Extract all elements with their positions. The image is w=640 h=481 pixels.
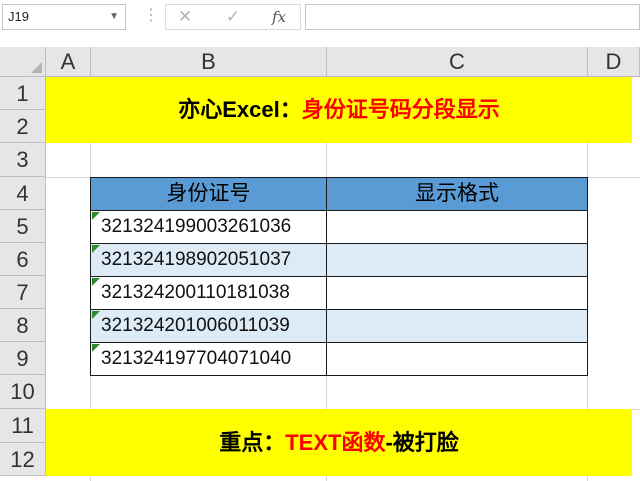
row-header-2[interactable]: 2 [0,110,46,143]
id-value: 321324201006011039 [101,315,290,336]
row-header-3[interactable]: 3 [0,143,46,177]
column-header-a[interactable]: A [46,47,91,77]
column-header-c[interactable]: C [327,47,588,77]
cancel-icon[interactable]: ✕ [170,6,200,28]
drag-handle-icon[interactable]: ⋮ [143,5,159,27]
table-cell-display[interactable] [326,342,588,376]
text-number-flag-icon [92,212,100,220]
id-value: 321324197704071040 [101,348,292,369]
footer-suffix: -被打脸 [385,430,459,455]
row-header-4[interactable]: 4 [0,177,46,210]
column-header-b[interactable]: B [91,47,327,77]
id-value: 321324198902051037 [101,249,292,270]
table-cell-display[interactable] [326,276,588,310]
table-header-id[interactable]: 身份证号 [90,177,327,211]
row-header-8[interactable]: 8 [0,309,46,342]
column-header-d[interactable]: D [588,47,640,77]
title-prefix: 亦心Excel： [178,97,302,122]
title-highlight: 身份证号码分段显示 [301,97,500,122]
table-cell-display[interactable] [326,210,588,244]
table-cell-display[interactable] [326,243,588,277]
name-box-value: J19 [8,9,29,24]
text-number-flag-icon [92,344,100,352]
table-header-display[interactable]: 显示格式 [326,177,588,211]
select-all-button[interactable] [0,47,46,77]
row-header-11[interactable]: 11 [0,409,46,443]
row-header-6[interactable]: 6 [0,243,46,276]
id-value: 321324199003261036 [101,216,292,237]
row-header-5[interactable]: 5 [0,210,46,243]
row-header-1[interactable]: 1 [0,77,46,110]
footer-banner[interactable]: 重点：TEXT函数-被打脸 [46,409,632,476]
chevron-down-icon[interactable]: ▼ [109,5,119,29]
table-cell-id[interactable]: 321324198902051037 [90,243,327,277]
formula-input[interactable] [305,4,640,30]
title-banner[interactable]: 亦心Excel：身份证号码分段显示 [46,77,632,143]
row-header-9[interactable]: 9 [0,342,46,375]
worksheet: A B C D 1 2 3 4 5 6 7 8 9 10 11 12 亦心Exc… [0,47,640,481]
table-cell-display[interactable] [326,309,588,343]
formula-bar: J19 ▼ ⋮ ✕ ✓ fx [0,0,640,36]
table-cell-id[interactable]: 321324200110181038 [90,276,327,310]
text-number-flag-icon [92,311,100,319]
confirm-icon[interactable]: ✓ [218,6,248,28]
table-cell-id[interactable]: 321324199003261036 [90,210,327,244]
text-number-flag-icon [92,245,100,253]
name-box[interactable]: J19 ▼ [2,4,126,30]
row-header-10[interactable]: 10 [0,375,46,409]
insert-function-icon[interactable]: fx [264,6,294,28]
text-number-flag-icon [92,278,100,286]
select-all-icon [31,62,42,73]
table-cell-id[interactable]: 321324201006011039 [90,309,327,343]
footer-highlight: TEXT函数 [285,430,386,455]
footer-prefix: 重点： [219,430,286,455]
formula-buttons: ✕ ✓ fx [165,4,301,30]
table-cell-id[interactable]: 321324197704071040 [90,342,327,376]
id-value: 321324200110181038 [101,282,290,303]
row-header-7[interactable]: 7 [0,276,46,309]
row-header-12[interactable]: 12 [0,443,46,476]
